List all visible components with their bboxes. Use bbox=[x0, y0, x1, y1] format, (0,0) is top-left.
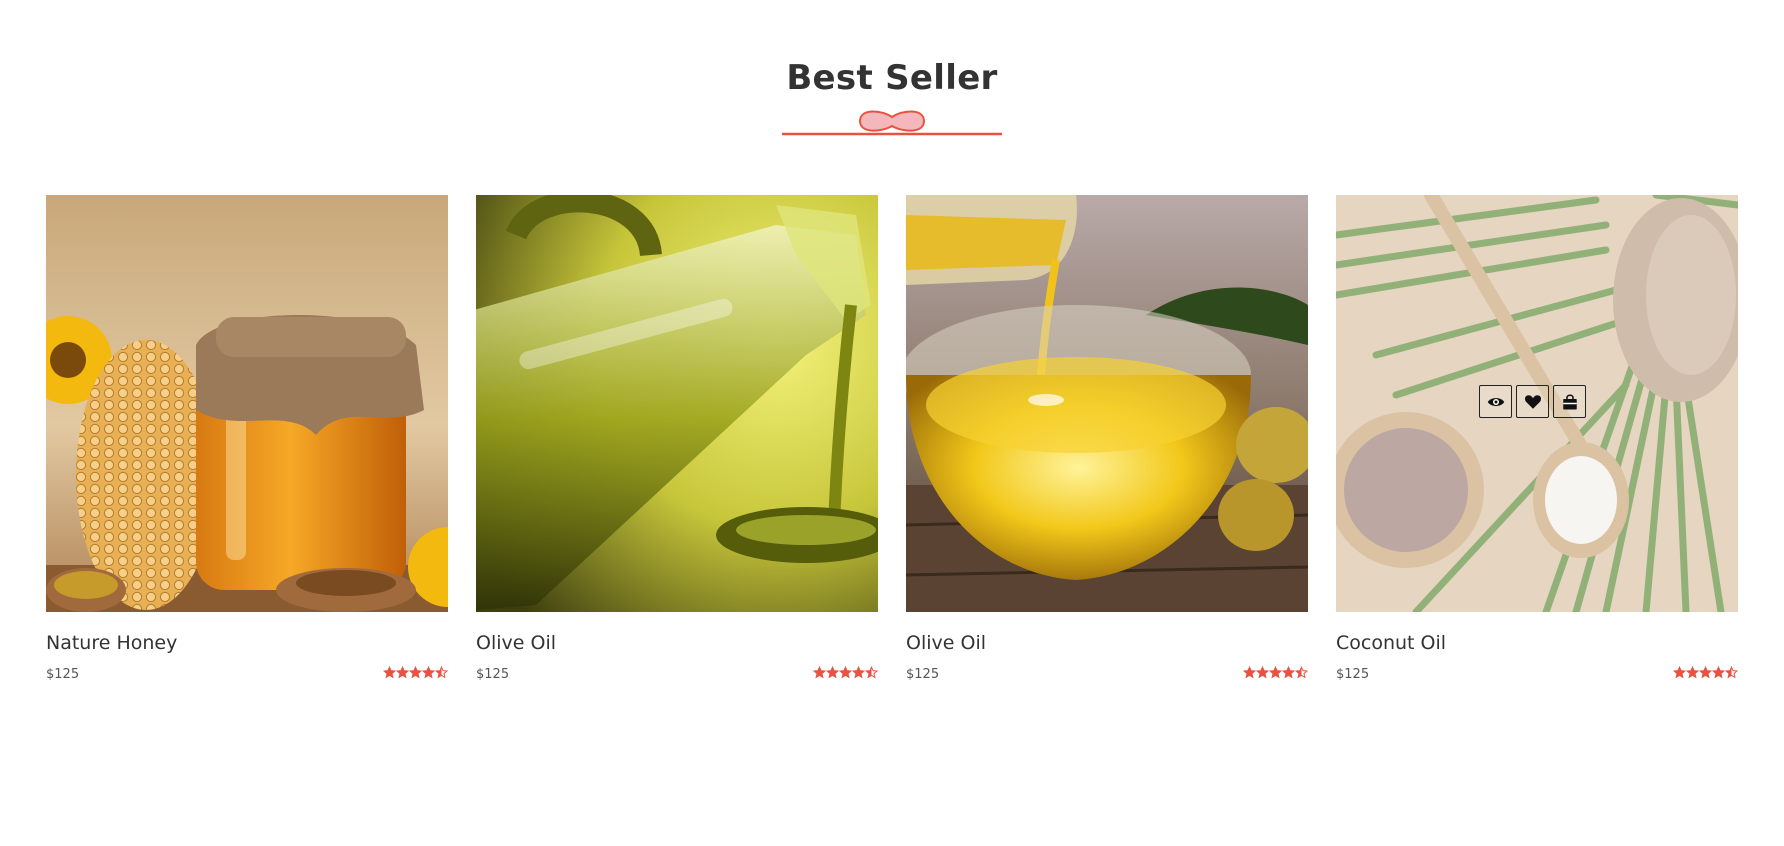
product-card[interactable]: Olive Oil $125 bbox=[906, 195, 1308, 682]
best-seller-section: Best Seller Nature Honey $125 Olive Oil … bbox=[0, 0, 1784, 846]
star-full-icon bbox=[1269, 666, 1282, 679]
product-title[interactable]: Olive Oil bbox=[906, 632, 986, 654]
star-full-icon bbox=[1282, 666, 1295, 679]
shopping-bag-icon bbox=[1562, 394, 1577, 409]
product-image-olive-oil-bowl[interactable] bbox=[906, 195, 1308, 612]
product-image-coconut-oil[interactable] bbox=[1336, 195, 1738, 612]
product-price: $125 bbox=[476, 667, 510, 682]
product-price: $125 bbox=[46, 667, 80, 682]
star-half-icon bbox=[1295, 666, 1308, 679]
eye-icon bbox=[1487, 397, 1504, 406]
product-title[interactable]: Coconut Oil bbox=[1336, 632, 1446, 654]
product-grid: Nature Honey $125 Olive Oil $125 Olive O… bbox=[46, 195, 1738, 705]
product-image-olive-oil-bottle[interactable] bbox=[476, 195, 878, 612]
star-full-icon bbox=[422, 666, 435, 679]
product-card[interactable]: Nature Honey $125 bbox=[46, 195, 448, 682]
star-full-icon bbox=[1699, 666, 1712, 679]
star-full-icon bbox=[1673, 666, 1686, 679]
product-title[interactable]: Nature Honey bbox=[46, 632, 177, 654]
star-full-icon bbox=[1686, 666, 1699, 679]
product-image-honey[interactable] bbox=[46, 195, 448, 612]
heart-icon bbox=[1524, 394, 1541, 409]
star-full-icon bbox=[1243, 666, 1256, 679]
star-rating bbox=[813, 666, 878, 679]
product-price: $125 bbox=[906, 667, 940, 682]
product-price: $125 bbox=[1336, 667, 1370, 682]
star-full-icon bbox=[1712, 666, 1725, 679]
star-rating bbox=[1243, 666, 1308, 679]
star-full-icon bbox=[826, 666, 839, 679]
olive-oil-bottle-photo bbox=[476, 195, 878, 612]
honey-jar-photo bbox=[46, 195, 448, 612]
star-half-icon bbox=[865, 666, 878, 679]
star-rating bbox=[383, 666, 448, 679]
wishlist-button[interactable] bbox=[1516, 385, 1549, 418]
star-half-icon bbox=[435, 666, 448, 679]
star-full-icon bbox=[383, 666, 396, 679]
quick-action-bar bbox=[1479, 385, 1586, 418]
star-full-icon bbox=[839, 666, 852, 679]
star-half-icon bbox=[1725, 666, 1738, 679]
star-full-icon bbox=[396, 666, 409, 679]
quick-view-button[interactable] bbox=[1479, 385, 1512, 418]
star-rating bbox=[1673, 666, 1738, 679]
product-card[interactable]: Olive Oil $125 bbox=[476, 195, 878, 682]
title-divider-ornament bbox=[782, 110, 1002, 136]
section-title: Best Seller bbox=[786, 58, 998, 98]
star-full-icon bbox=[852, 666, 865, 679]
product-card[interactable]: Coconut Oil $125 bbox=[1336, 195, 1738, 682]
star-full-icon bbox=[409, 666, 422, 679]
star-full-icon bbox=[1256, 666, 1269, 679]
olive-oil-bowl-photo bbox=[906, 195, 1308, 612]
star-full-icon bbox=[813, 666, 826, 679]
add-to-cart-button[interactable] bbox=[1553, 385, 1586, 418]
product-title[interactable]: Olive Oil bbox=[476, 632, 556, 654]
